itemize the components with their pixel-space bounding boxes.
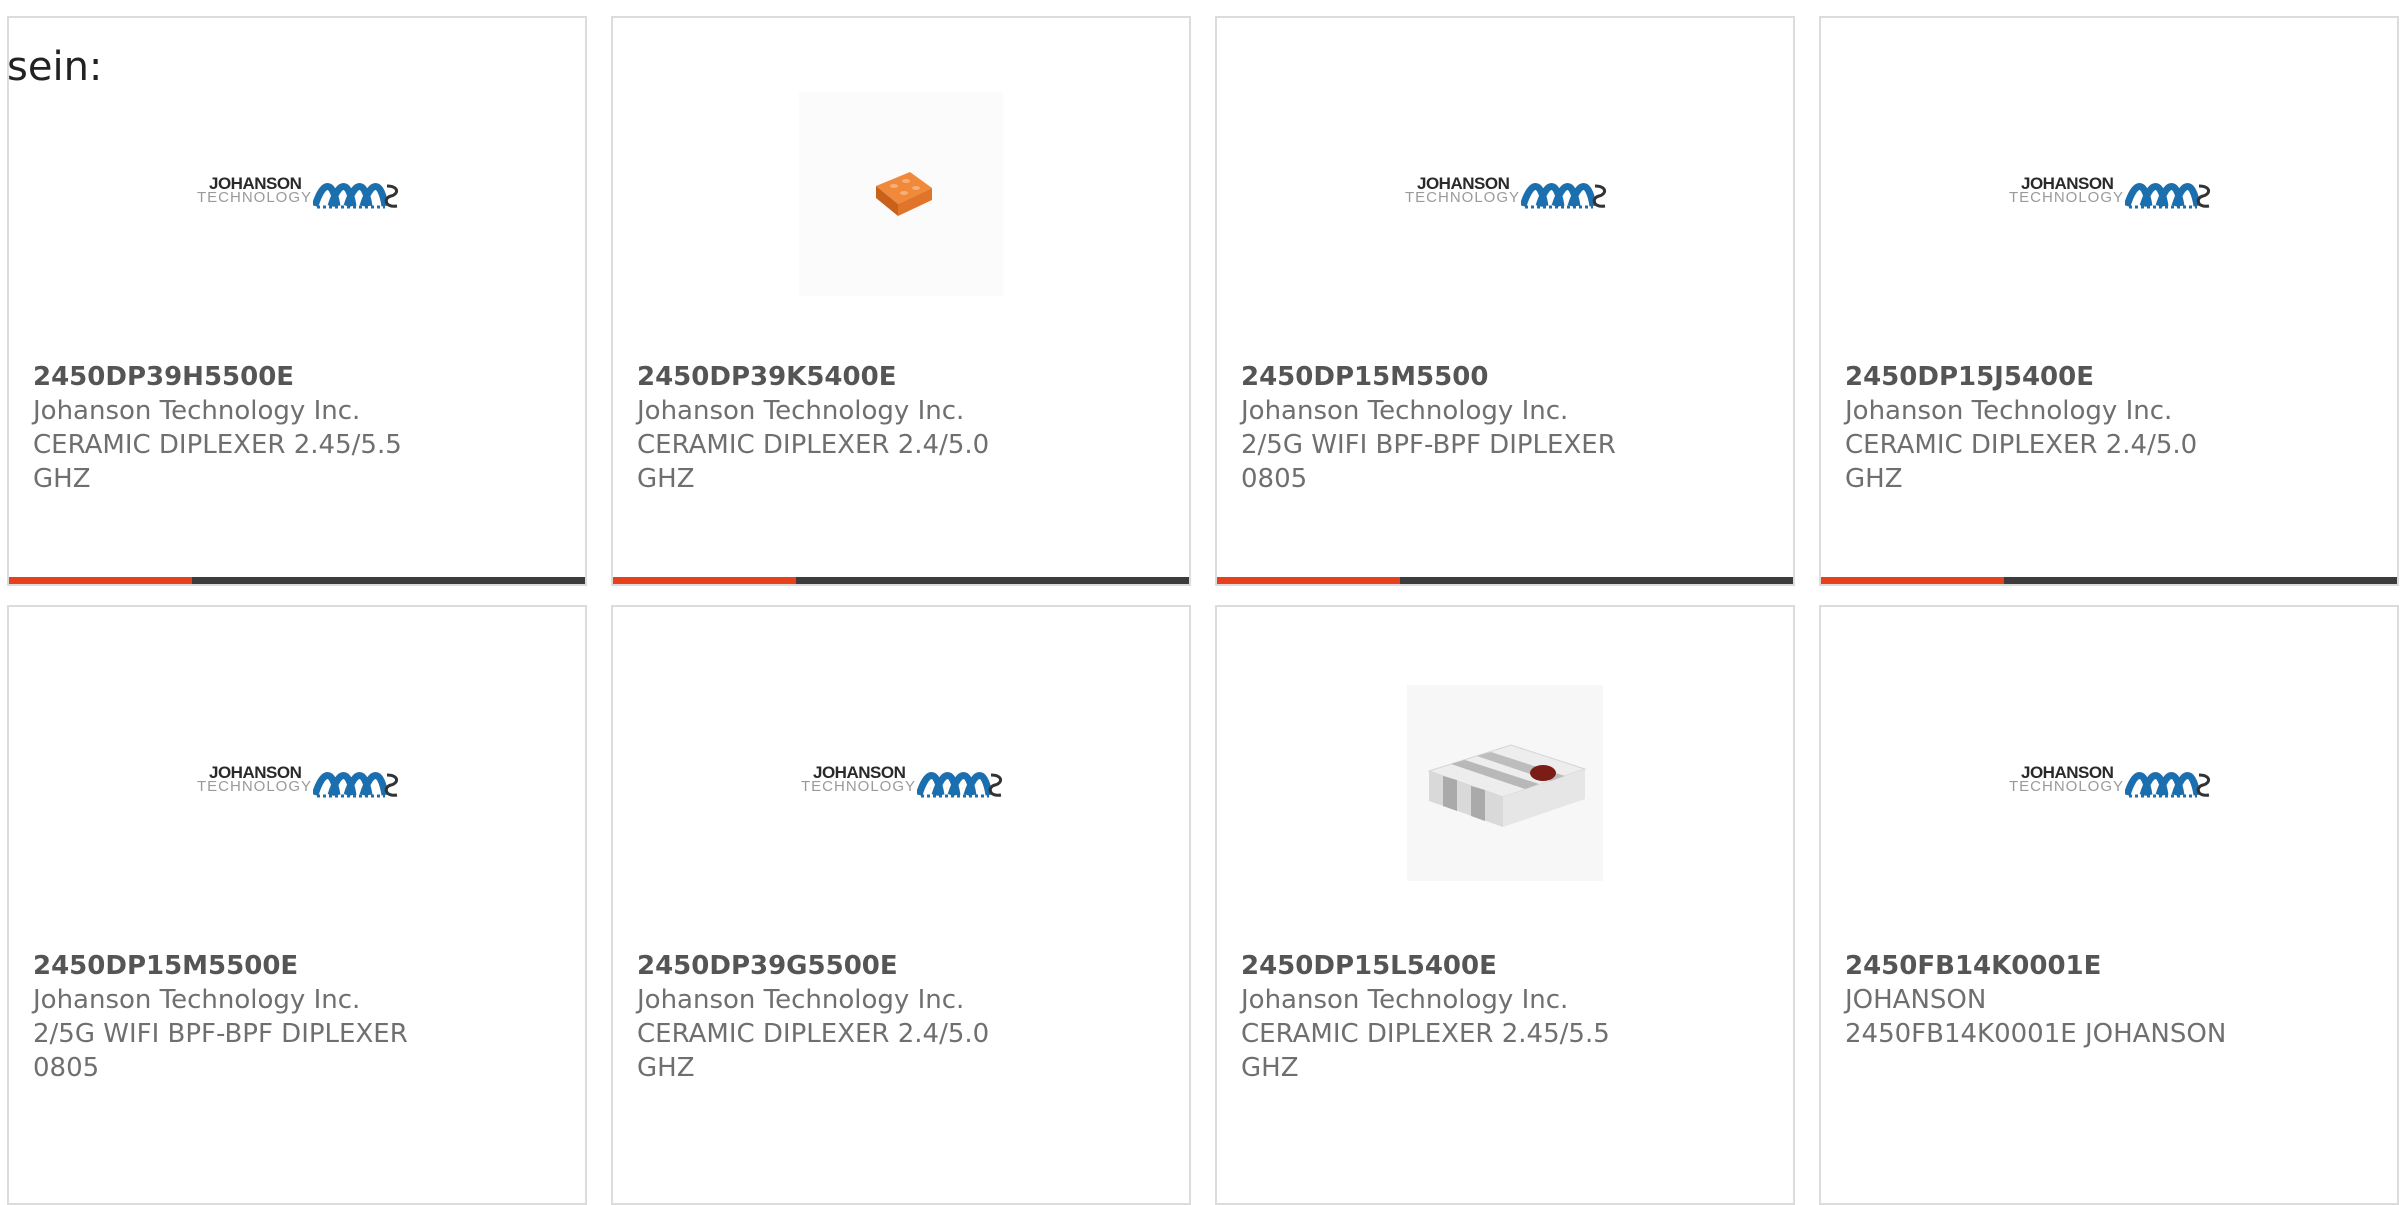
product-image[interactable]	[1403, 681, 1607, 885]
accent-segment	[1821, 577, 2004, 584]
product-info: 2450FB14K0001E JOHANSON 2450FB14K0001E J…	[1845, 949, 2315, 1051]
johanson-logo: JOHANSON TECHNOLOGY	[799, 763, 1003, 803]
product-image[interactable]: JOHANSON TECHNOLOGY	[195, 681, 399, 885]
product-card[interactable]: JOHANSON TECHNOLOGY 2450DP39H5500E Johan…	[7, 16, 587, 586]
description: 2450FB14K0001E JOHANSON	[1845, 1019, 2227, 1049]
product-card[interactable]: JOHANSON TECHNOLOGY 2450DP39G5500E Johan…	[611, 605, 1191, 1205]
johanson-logo: JOHANSON TECHNOLOGY	[1403, 174, 1607, 214]
part-number[interactable]: 2450DP39H5500E	[33, 360, 503, 394]
description: CERAMIC DIPLEXER 2.4/5.0 GHZ	[1845, 430, 2198, 494]
description: CERAMIC DIPLEXER 2.45/5.5 GHZ	[33, 430, 402, 494]
description: CERAMIC DIPLEXER 2.4/5.0 GHZ	[637, 1019, 990, 1083]
manufacturer: Johanson Technology Inc.	[1845, 396, 2173, 426]
product-info: 2450DP15M5500E Johanson Technology Inc. …	[33, 949, 503, 1085]
product-card[interactable]: JOHANSON TECHNOLOGY 2450DP15J5400E Johan…	[1819, 16, 2399, 586]
manufacturer: JOHANSON	[1845, 985, 1987, 1015]
description: 2/5G WIFI BPF-BPF DIPLEXER 0805	[1241, 430, 1616, 494]
product-image[interactable]: JOHANSON TECHNOLOGY	[2007, 681, 2211, 885]
description: CERAMIC DIPLEXER 2.4/5.0 GHZ	[637, 430, 990, 494]
accent-segment	[1217, 577, 1400, 584]
product-info: 2450DP39G5500E Johanson Technology Inc. …	[637, 949, 1107, 1085]
johanson-logo: JOHANSON TECHNOLOGY	[2007, 763, 2211, 803]
manufacturer: Johanson Technology Inc.	[637, 985, 965, 1015]
product-image[interactable]	[799, 92, 1003, 296]
product-grid: JOHANSON TECHNOLOGY 2450DP39H5500E Johan…	[0, 0, 2400, 1205]
product-info: 2450DP15J5400E Johanson Technology Inc. …	[1845, 360, 2315, 496]
part-number[interactable]: 2450DP15M5500	[1241, 360, 1711, 394]
product-card[interactable]: JOHANSON TECHNOLOGY 2450DP15M5500 Johans…	[1215, 16, 1795, 586]
part-number[interactable]: 2450DP15J5400E	[1845, 360, 2315, 394]
card-underline	[1821, 577, 2397, 584]
product-image[interactable]: JOHANSON TECHNOLOGY	[2007, 92, 2211, 296]
part-number[interactable]: 2450DP15L5400E	[1241, 949, 1711, 983]
product-info: 2450DP39H5500E Johanson Technology Inc. …	[33, 360, 503, 496]
manufacturer: Johanson Technology Inc.	[33, 396, 361, 426]
manufacturer: Johanson Technology Inc.	[33, 985, 361, 1015]
product-info: 2450DP15M5500 Johanson Technology Inc. 2…	[1241, 360, 1711, 496]
part-number[interactable]: 2450DP15M5500E	[33, 949, 503, 983]
description: CERAMIC DIPLEXER 2.45/5.5 GHZ	[1241, 1019, 1610, 1083]
product-card[interactable]: JOHANSON TECHNOLOGY 2450FB14K0001E JOHAN…	[1819, 605, 2399, 1205]
product-info: 2450DP39K5400E Johanson Technology Inc. …	[637, 360, 1107, 496]
part-number[interactable]: 2450DP39G5500E	[637, 949, 1107, 983]
white-chip-image	[1407, 685, 1603, 881]
description: 2/5G WIFI BPF-BPF DIPLEXER 0805	[33, 1019, 408, 1083]
product-image[interactable]: JOHANSON TECHNOLOGY	[195, 92, 399, 296]
overlay-text: sein:	[7, 44, 103, 90]
product-info: 2450DP15L5400E Johanson Technology Inc. …	[1241, 949, 1711, 1085]
product-image[interactable]: JOHANSON TECHNOLOGY	[799, 681, 1003, 885]
part-number[interactable]: 2450DP39K5400E	[637, 360, 1107, 394]
manufacturer: Johanson Technology Inc.	[637, 396, 965, 426]
product-card[interactable]: 2450DP15L5400E Johanson Technology Inc. …	[1215, 605, 1795, 1205]
johanson-logo: JOHANSON TECHNOLOGY	[195, 174, 399, 214]
manufacturer: Johanson Technology Inc.	[1241, 985, 1569, 1015]
card-underline	[9, 577, 585, 584]
accent-segment	[9, 577, 192, 584]
johanson-logo: JOHANSON TECHNOLOGY	[195, 763, 399, 803]
card-underline	[1217, 577, 1793, 584]
accent-segment	[613, 577, 796, 584]
product-card[interactable]: JOHANSON TECHNOLOGY 2450DP15M5500E Johan…	[7, 605, 587, 1205]
orange-chip-image	[799, 92, 1003, 296]
part-number[interactable]: 2450FB14K0001E	[1845, 949, 2315, 983]
card-underline	[613, 577, 1189, 584]
product-card[interactable]: 2450DP39K5400E Johanson Technology Inc. …	[611, 16, 1191, 586]
manufacturer: Johanson Technology Inc.	[1241, 396, 1569, 426]
product-image[interactable]: JOHANSON TECHNOLOGY	[1403, 92, 1607, 296]
johanson-logo: JOHANSON TECHNOLOGY	[2007, 174, 2211, 214]
